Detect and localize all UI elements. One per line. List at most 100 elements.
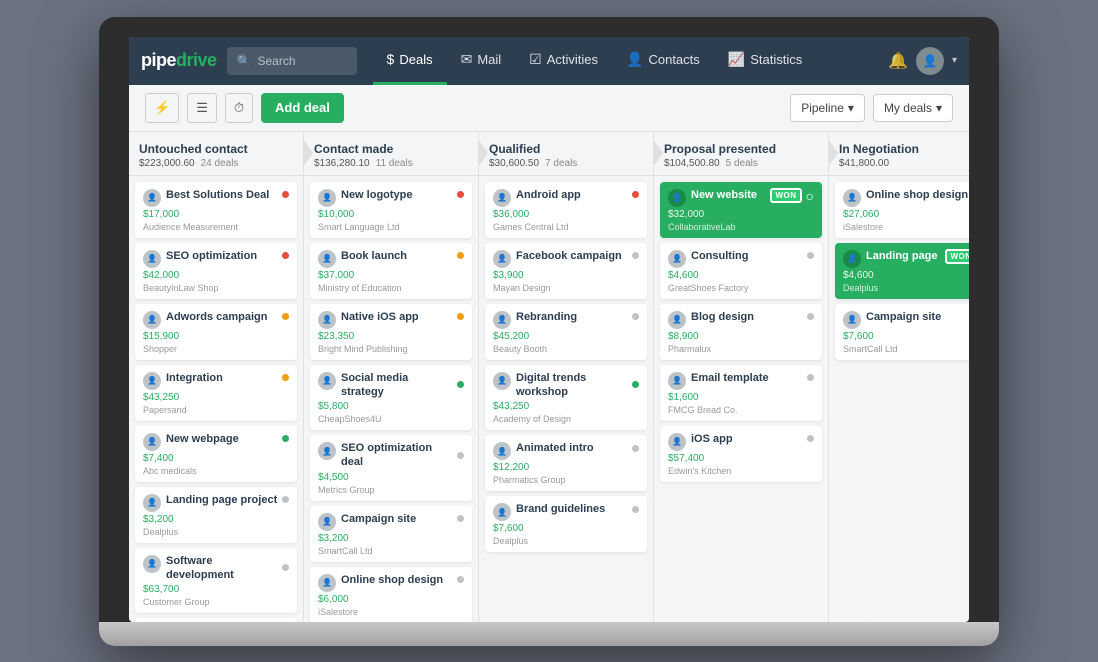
column-in-negotiation-amount: $41,800.00 xyxy=(839,158,889,169)
column-in-negotiation-header: In Negotiation $41,800.00 xyxy=(829,132,969,176)
table-row[interactable]: 👤Integration $43,250 Papersand xyxy=(135,365,297,421)
my-deals-chevron-icon: ▾ xyxy=(936,101,942,115)
column-qualified-header: Qualified $30,600.50 7 deals xyxy=(479,132,653,176)
table-row[interactable]: 👤Software development $63,700 Customer G… xyxy=(135,548,297,614)
table-row[interactable]: 👤Online shop design $27,060 iSalestore xyxy=(835,182,969,238)
avatar: 👤 xyxy=(318,442,336,460)
column-contact-made-count: 11 deals xyxy=(376,158,413,169)
status-badge xyxy=(457,515,464,522)
avatar: 👤 xyxy=(493,250,511,268)
table-row[interactable]: 👤New webpage $7,400 Abc medicals xyxy=(135,426,297,482)
table-row[interactable]: 👤Campaign site $3,200 SmartCall Ltd xyxy=(310,506,472,562)
pipeline-dropdown[interactable]: Pipeline ▾ xyxy=(790,94,865,122)
status-badge xyxy=(282,252,289,259)
table-row[interactable]: 👤Facebook campaign $3,900 Mayan Design xyxy=(485,243,647,299)
user-avatar[interactable]: 👤 xyxy=(916,47,944,75)
pipeline-label: Pipeline xyxy=(801,101,844,115)
table-row[interactable]: 👤Email template $1,600 FMCG Bread Co. xyxy=(660,365,822,421)
table-row[interactable]: 👤Best Solutions Deal $17,000 Audience Me… xyxy=(135,182,297,238)
status-badge xyxy=(807,374,814,381)
avatar: 👤 xyxy=(143,311,161,329)
search-box[interactable]: 🔍 Search xyxy=(227,47,357,75)
table-row[interactable]: 👤SEO optimization $42,000 BeautyInLaw Sh… xyxy=(135,243,297,299)
table-row[interactable]: 👤Campaign site $7,600 SmartCall Ltd xyxy=(835,304,969,360)
search-placeholder: Search xyxy=(258,54,296,68)
table-row[interactable]: 👤Android app $36,000 Games Central Ltd xyxy=(485,182,647,238)
status-badge xyxy=(457,313,464,320)
status-badge xyxy=(807,313,814,320)
nav-deals[interactable]: $ Deals xyxy=(373,37,447,85)
column-untouched-meta: $223,000.60 24 deals xyxy=(139,158,293,169)
table-row[interactable]: 👤Online shop design $6,000 iSalestore xyxy=(310,567,472,622)
table-row[interactable]: 👤Shopping cart $11,000 Shopper xyxy=(135,618,297,621)
column-in-negotiation: In Negotiation $41,800.00 👤Online shop d… xyxy=(829,132,969,622)
nav-mail[interactable]: ✉ Mail xyxy=(447,37,516,85)
nav-statistics[interactable]: 📈 Statistics xyxy=(714,37,816,85)
table-row[interactable]: 👤iOS app $57,400 Edwin's Kitchen xyxy=(660,426,822,482)
filter-icon-button[interactable]: ⚡ xyxy=(145,93,179,123)
column-in-negotiation-meta: $41,800.00 xyxy=(839,158,969,169)
avatar: 👤 xyxy=(143,250,161,268)
column-untouched-header: Untouched contact $223,000.60 24 deals xyxy=(129,132,303,176)
list-view-button[interactable]: ☰ xyxy=(187,93,217,123)
kanban-board: Untouched contact $223,000.60 24 deals 👤… xyxy=(129,132,969,622)
table-row[interactable]: 👤Blog design $8,900 Pharmalux xyxy=(660,304,822,360)
status-badge xyxy=(457,191,464,198)
avatar: 👤 xyxy=(318,513,336,531)
column-in-negotiation-body: 👤Online shop design $27,060 iSalestore 👤… xyxy=(829,176,969,622)
table-row[interactable]: 👤Rebranding $45,200 Beauty Booth xyxy=(485,304,647,360)
column-qualified: Qualified $30,600.50 7 deals 👤Android ap… xyxy=(479,132,654,622)
avatar: 👤 xyxy=(843,311,861,329)
column-untouched-count: 24 deals xyxy=(201,158,239,169)
avatar: 👤 xyxy=(493,189,511,207)
history-button[interactable]: ⏱ xyxy=(225,93,253,123)
column-contact-made-title: Contact made xyxy=(314,142,468,156)
notification-bell-icon[interactable]: 🔔 xyxy=(888,51,908,71)
nav-contacts[interactable]: 👤 Contacts xyxy=(612,37,714,85)
table-row[interactable]: 👤Digital trends workshop $43,250 Academy… xyxy=(485,365,647,431)
column-proposal-header: Proposal presented $104,500.80 5 deals xyxy=(654,132,828,176)
column-contact-made-header: Contact made $136,280.10 11 deals xyxy=(304,132,478,176)
column-contact-made-amount: $136,280.10 xyxy=(314,158,370,169)
column-proposal-meta: $104,500.80 5 deals xyxy=(664,158,818,169)
my-deals-dropdown[interactable]: My deals ▾ xyxy=(873,94,953,122)
status-badge xyxy=(282,374,289,381)
column-untouched: Untouched contact $223,000.60 24 deals 👤… xyxy=(129,132,304,622)
table-row[interactable]: 👤New logotype $10,000 Smart Language Ltd xyxy=(310,182,472,238)
avatar: 👤 xyxy=(143,555,161,573)
status-badge xyxy=(457,452,464,459)
column-proposal: Proposal presented $104,500.80 5 deals 👤… xyxy=(654,132,829,622)
table-row[interactable]: 👤 Landing page WON ○ $4,600 Dealplus xyxy=(835,243,969,299)
activities-icon: ☑ xyxy=(529,51,542,68)
toolbar-right: Pipeline ▾ My deals ▾ xyxy=(790,94,953,122)
table-row[interactable]: 👤SEO optimization deal $4,500 Metrics Gr… xyxy=(310,435,472,501)
table-row[interactable]: 👤Native iOS app $23,350 Bright Mind Publ… xyxy=(310,304,472,360)
column-contact-made-body: 👤New logotype $10,000 Smart Language Ltd… xyxy=(304,176,478,622)
deals-icon: $ xyxy=(387,51,395,67)
search-icon: 🔍 xyxy=(237,54,252,68)
avatar: 👤 xyxy=(668,250,686,268)
add-deal-button[interactable]: Add deal xyxy=(261,93,344,123)
table-row[interactable]: 👤Consulting $4,600 GreatShoes Factory xyxy=(660,243,822,299)
status-badge xyxy=(282,313,289,320)
nav-deals-label: Deals xyxy=(399,52,432,67)
table-row[interactable]: 👤Brand guidelines $7,600 Dealplus xyxy=(485,496,647,552)
table-row[interactable]: 👤Animated intro $12,200 Pharmatics Group xyxy=(485,435,647,491)
column-in-negotiation-title: In Negotiation xyxy=(839,142,969,156)
status-badge xyxy=(632,191,639,198)
won-circle-icon: ○ xyxy=(806,188,814,204)
contacts-icon: 👤 xyxy=(626,51,643,68)
table-row[interactable]: 👤Book launch $37,000 Ministry of Educati… xyxy=(310,243,472,299)
avatar: 👤 xyxy=(843,189,861,207)
avatar: 👤 xyxy=(143,189,161,207)
avatar: 👤 xyxy=(318,311,336,329)
nav-activities[interactable]: ☑ Activities xyxy=(515,37,612,85)
table-row[interactable]: 👤Landing page project $3,200 Dealplus xyxy=(135,487,297,543)
table-row[interactable]: 👤Adwords campaign $15,900 Shopper xyxy=(135,304,297,360)
nav-activities-label: Activities xyxy=(547,52,598,67)
column-qualified-title: Qualified xyxy=(489,142,643,156)
table-row[interactable]: 👤 New website WON ○ $32,000 Collaborativ… xyxy=(660,182,822,238)
status-badge xyxy=(282,564,289,571)
user-menu-chevron-icon[interactable]: ▾ xyxy=(952,55,957,66)
table-row[interactable]: 👤Social media strategy $5,800 CheapShoes… xyxy=(310,365,472,431)
